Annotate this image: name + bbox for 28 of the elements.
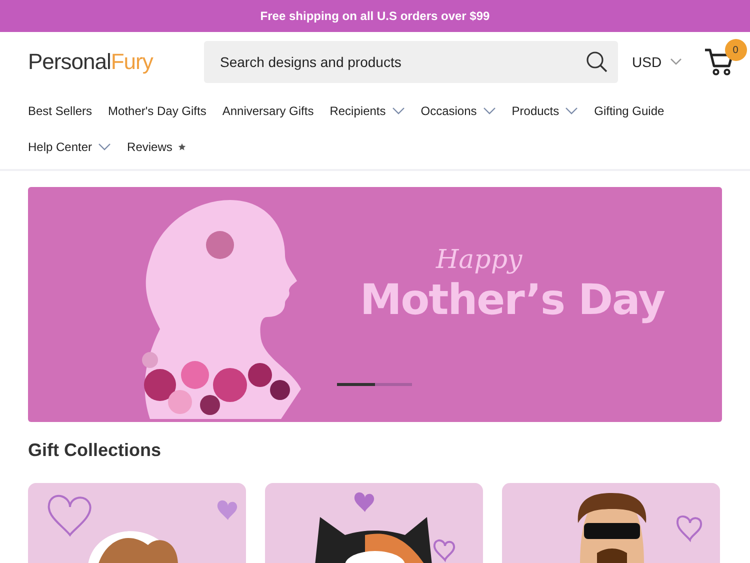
cart-icon[interactable] [704, 47, 734, 77]
chevron-down-icon [98, 143, 112, 151]
nav-link[interactable]: Gifting Guide [594, 101, 664, 121]
star-icon [178, 143, 186, 151]
currency-selector[interactable]: USD [632, 54, 682, 70]
nav-link[interactable]: Products [512, 101, 578, 121]
logo[interactable]: PersonalFury [28, 49, 204, 75]
nav-link[interactable]: Anniversary Gifts [222, 101, 314, 121]
section-title: Gift Collections [28, 440, 162, 461]
nav-link[interactable]: Recipients [330, 101, 405, 121]
nav-link[interactable]: Reviews [127, 137, 186, 157]
nav-link[interactable]: Best Sellers [28, 101, 92, 121]
nav-link[interactable]: Mother's Day Gifts [108, 101, 206, 121]
chevron-down-icon [565, 107, 578, 115]
promo-text: Free shipping on all U.S orders over $99 [260, 9, 490, 23]
chevron-down-icon [670, 58, 682, 66]
nav-link[interactable]: Occasions [420, 101, 496, 121]
search-field[interactable]: Search designs and products [204, 41, 618, 83]
banner-script-text: Happy [436, 245, 522, 275]
banner-headline: Mother’s Day [360, 275, 664, 324]
nav-link[interactable]: Help Center [28, 137, 112, 157]
man-collection-card[interactable] [502, 483, 720, 563]
dog-collection-card[interactable] [28, 483, 246, 563]
chevron-down-icon [392, 107, 405, 115]
cat-collection-card[interactable] [265, 483, 483, 563]
search-icon[interactable] [586, 51, 608, 73]
cart-count-badge: 0 [724, 39, 747, 61]
chevron-down-icon [482, 107, 496, 115]
